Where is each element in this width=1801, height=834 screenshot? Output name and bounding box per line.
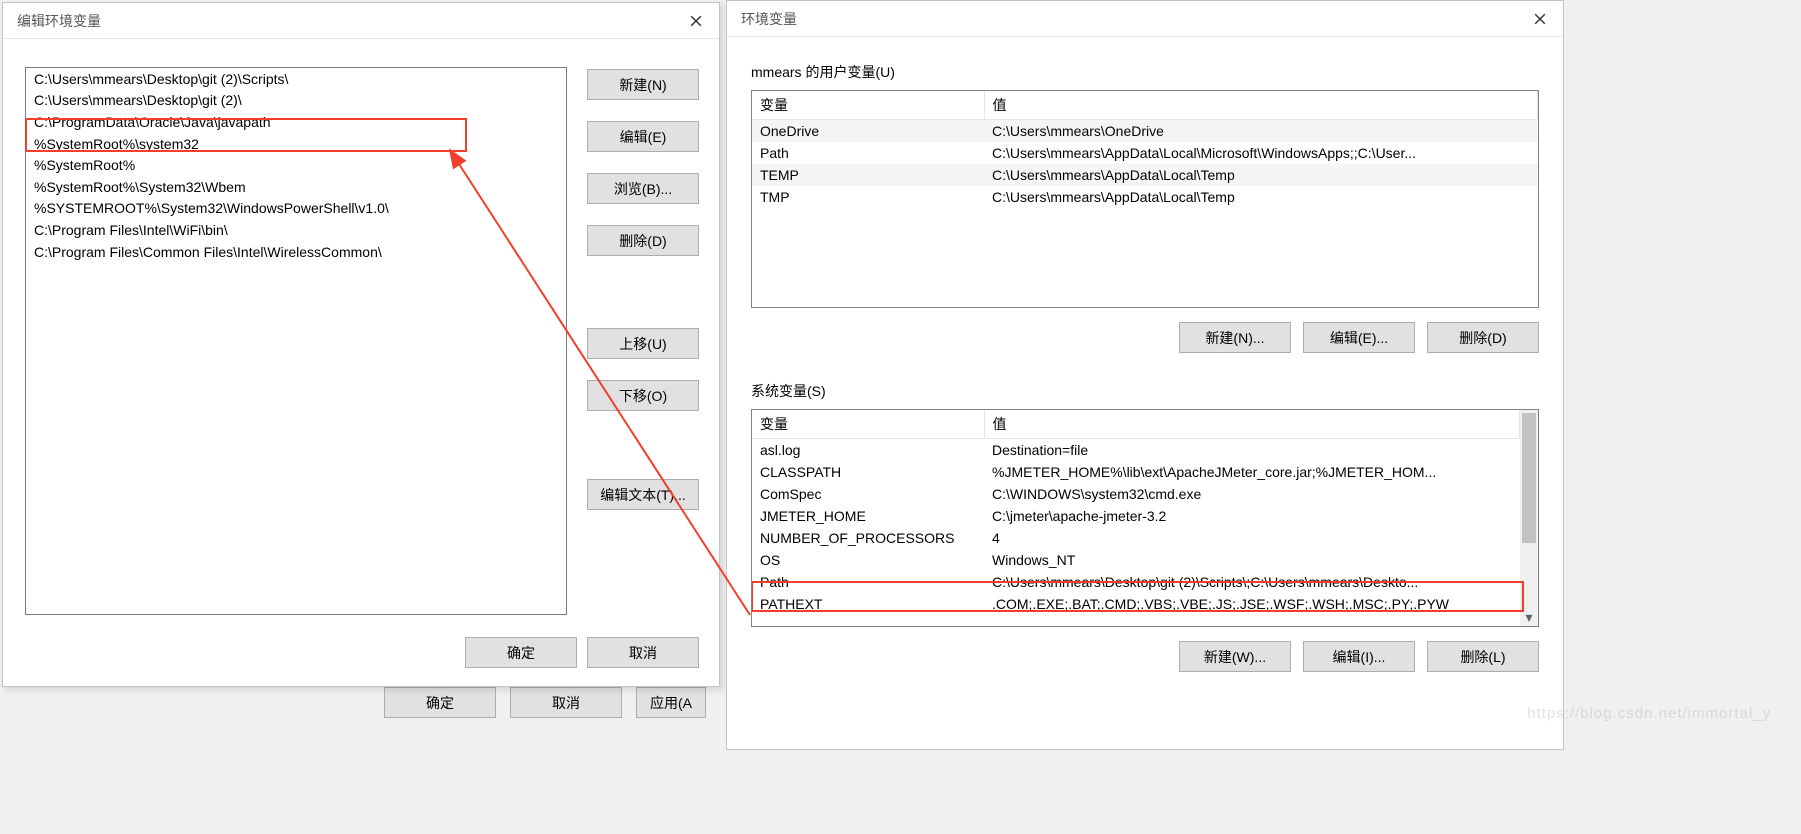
close-icon[interactable] (1517, 4, 1563, 34)
sys-group-label: 系统变量(S) (751, 381, 1539, 401)
var-name: NUMBER_OF_PROCESSORS (752, 527, 984, 549)
environment-variables-dialog: 环境变量 mmears 的用户变量(U) 变量 值 OneDriveC:\Use… (726, 0, 1564, 750)
user-edit-button[interactable]: 编辑(E)... (1303, 322, 1415, 353)
user-delete-button[interactable]: 删除(D) (1427, 322, 1539, 353)
scrollbar[interactable]: ▴ ▾ (1520, 410, 1538, 626)
table-row[interactable]: PathC:\Users\mmears\AppData\Local\Micros… (752, 142, 1538, 164)
var-value: Destination=file (984, 439, 1520, 462)
var-name: CLASSPATH (752, 461, 984, 483)
list-item[interactable]: %SystemRoot%\system32 (26, 133, 566, 155)
system-variables-group: 系统变量(S) 变量 值 asl.logDestination=fileCLAS… (751, 381, 1539, 672)
table-row[interactable]: PATHEXT.COM;.EXE;.BAT;.CMD;.VBS;.VBE;.JS… (752, 593, 1520, 615)
scroll-down-icon[interactable]: ▾ (1520, 608, 1538, 626)
user-new-button[interactable]: 新建(N)... (1179, 322, 1291, 353)
sys-delete-button[interactable]: 删除(L) (1427, 641, 1539, 672)
dialog-title: 环境变量 (741, 9, 797, 29)
path-listbox[interactable]: C:\Users\mmears\Desktop\git (2)\Scripts\… (25, 67, 567, 615)
watermark: https://blog.csdn.net/immortal_y (1527, 705, 1771, 722)
dialog-title: 编辑环境变量 (17, 11, 101, 31)
var-name: ComSpec (752, 483, 984, 505)
var-value: C:\Users\mmears\OneDrive (984, 120, 1538, 143)
col-value[interactable]: 值 (984, 410, 1520, 439)
list-item[interactable]: C:\Program Files\Common Files\Intel\Wire… (26, 241, 566, 263)
var-name: TEMP (752, 164, 984, 186)
sys-edit-button[interactable]: 编辑(I)... (1303, 641, 1415, 672)
var-value: C:\jmeter\apache-jmeter-3.2 (984, 505, 1520, 527)
var-value: C:\WINDOWS\system32\cmd.exe (984, 483, 1520, 505)
sys-vars-table[interactable]: 变量 值 asl.logDestination=fileCLASSPATH%JM… (751, 409, 1539, 627)
var-name: JMETER_HOME (752, 505, 984, 527)
var-name: OneDrive (752, 120, 984, 143)
list-item[interactable]: C:\ProgramData\Oracle\Java\javapath (26, 111, 566, 133)
var-value: %JMETER_HOME%\lib\ext\ApacheJMeter_core.… (984, 461, 1520, 483)
titlebar[interactable]: 编辑环境变量 (3, 3, 719, 39)
table-row[interactable]: JMETER_HOMEC:\jmeter\apache-jmeter-3.2 (752, 505, 1520, 527)
table-row[interactable]: ComSpecC:\WINDOWS\system32\cmd.exe (752, 483, 1520, 505)
var-value: Windows_NT (984, 549, 1520, 571)
var-value: C:\Users\mmears\AppData\Local\Temp (984, 186, 1538, 208)
list-item[interactable]: %SystemRoot% (26, 154, 566, 176)
var-name: Path (752, 142, 984, 164)
cancel-button[interactable]: 取消 (587, 637, 699, 668)
browse-button[interactable]: 浏览(B)... (587, 173, 699, 204)
movedown-button[interactable]: 下移(O) (587, 380, 699, 411)
var-value: C:\Users\mmears\AppData\Local\Microsoft\… (984, 142, 1538, 164)
edittext-button[interactable]: 编辑文本(T)... (587, 479, 699, 510)
close-icon[interactable] (673, 6, 719, 36)
table-row[interactable]: OneDriveC:\Users\mmears\OneDrive (752, 120, 1538, 143)
list-item[interactable]: %SYSTEMROOT%\System32\WindowsPowerShell\… (26, 198, 566, 220)
delete-button[interactable]: 删除(D) (587, 225, 699, 256)
var-value: C:\Users\mmears\AppData\Local\Temp (984, 164, 1538, 186)
sys-new-button[interactable]: 新建(W)... (1179, 641, 1291, 672)
ok-button[interactable]: 确定 (465, 637, 577, 668)
edit-env-var-dialog: 编辑环境变量 C:\Users\mmears\Desktop\git (2)\S… (2, 2, 720, 687)
table-row[interactable]: OSWindows_NT (752, 549, 1520, 571)
col-value[interactable]: 值 (984, 91, 1538, 120)
var-name: TMP (752, 186, 984, 208)
new-button[interactable]: 新建(N) (587, 69, 699, 100)
list-item[interactable]: %SystemRoot%\System32\Wbem (26, 176, 566, 198)
table-row[interactable]: NUMBER_OF_PROCESSORS4 (752, 527, 1520, 549)
moveup-button[interactable]: 上移(U) (587, 328, 699, 359)
table-row[interactable]: PathC:\Users\mmears\Desktop\git (2)\Scri… (752, 571, 1520, 593)
user-group-label: mmears 的用户变量(U) (751, 62, 1539, 82)
background-dialog-buttons: 确定 取消 应用(A (384, 687, 706, 718)
bg-cancel-button[interactable]: 取消 (510, 687, 622, 718)
var-name: OS (752, 549, 984, 571)
titlebar[interactable]: 环境变量 (727, 1, 1563, 37)
list-item[interactable]: C:\Users\mmears\Desktop\git (2)\Scripts\ (26, 68, 566, 90)
list-item[interactable]: C:\Program Files\Intel\WiFi\bin\ (26, 219, 566, 241)
var-name: asl.log (752, 439, 984, 462)
var-name: Path (752, 571, 984, 593)
user-variables-group: mmears 的用户变量(U) 变量 值 OneDriveC:\Users\mm… (751, 62, 1539, 353)
var-name: PATHEXT (752, 593, 984, 615)
table-row[interactable]: TEMPC:\Users\mmears\AppData\Local\Temp (752, 164, 1538, 186)
var-value: 4 (984, 527, 1520, 549)
col-variable[interactable]: 变量 (752, 410, 984, 439)
var-value: C:\Users\mmears\Desktop\git (2)\Scripts\… (984, 571, 1520, 593)
scroll-thumb[interactable] (1522, 413, 1536, 543)
bg-apply-button[interactable]: 应用(A (636, 687, 706, 718)
list-item[interactable]: C:\Users\mmears\Desktop\git (2)\ (26, 90, 566, 112)
col-variable[interactable]: 变量 (752, 91, 984, 120)
table-row[interactable]: TMPC:\Users\mmears\AppData\Local\Temp (752, 186, 1538, 208)
var-value: .COM;.EXE;.BAT;.CMD;.VBS;.VBE;.JS;.JSE;.… (984, 593, 1520, 615)
bg-ok-button[interactable]: 确定 (384, 687, 496, 718)
edit-button[interactable]: 编辑(E) (587, 121, 699, 152)
table-row[interactable]: asl.logDestination=file (752, 439, 1520, 462)
table-row[interactable]: CLASSPATH%JMETER_HOME%\lib\ext\ApacheJMe… (752, 461, 1520, 483)
user-vars-table[interactable]: 变量 值 OneDriveC:\Users\mmears\OneDrivePat… (751, 90, 1539, 308)
